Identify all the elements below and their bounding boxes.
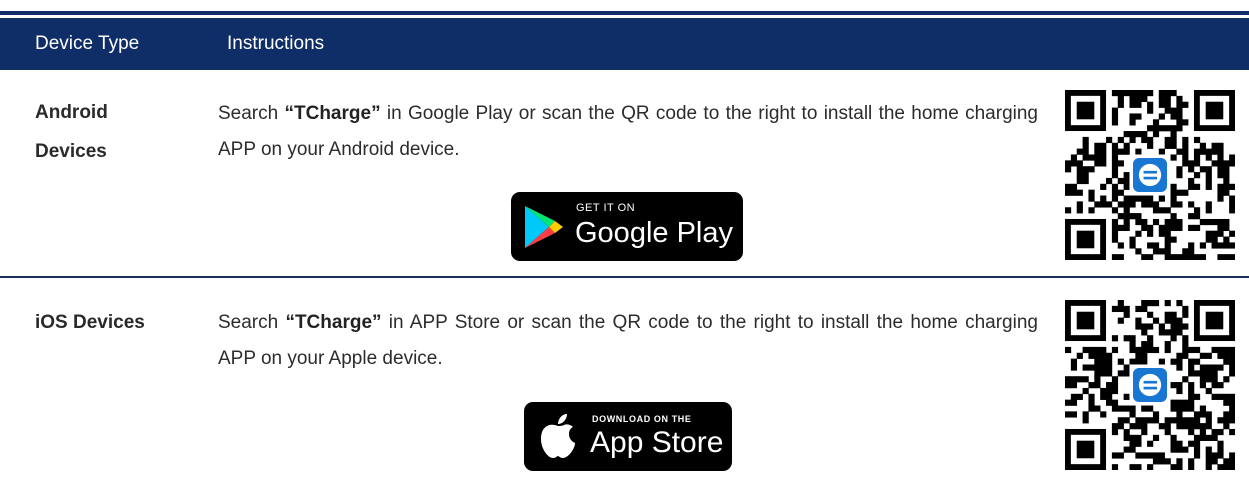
header-device-type: Device Type (35, 33, 140, 54)
qr-code-icon (1065, 90, 1235, 260)
badge-caption: DOWNLOAD ON THE (592, 414, 692, 424)
top-rule (0, 11, 1249, 15)
instructions-android: Search “TCharge” in Google Play or scan … (218, 103, 1038, 160)
device-type-line: Android (35, 102, 108, 123)
app-name: “TCharge” (285, 312, 382, 333)
google-play-badge[interactable]: GET IT ON Google Play (511, 192, 743, 261)
google-play-icon (525, 206, 563, 248)
table-header: Device Type Instructions (0, 18, 1249, 70)
device-type-android: Android Devices (35, 93, 108, 171)
instructions-ios: Search “TCharge” in APP Store or scan th… (218, 312, 1038, 369)
badge-caption: GET IT ON (576, 202, 636, 214)
header-instructions: Instructions (227, 33, 325, 54)
row-divider (0, 276, 1249, 278)
device-type-ios: iOS Devices (35, 303, 145, 342)
apple-icon (541, 414, 575, 458)
qr-code-icon (1065, 300, 1235, 470)
app-name: “TCharge” (284, 103, 381, 124)
badge-store-name: Google Play (575, 217, 733, 249)
app-store-badge[interactable]: DOWNLOAD ON THE App Store (524, 402, 732, 471)
device-type-line: iOS Devices (35, 312, 145, 333)
badge-store-name: App Store (590, 426, 724, 459)
device-type-line: Devices (35, 141, 107, 162)
